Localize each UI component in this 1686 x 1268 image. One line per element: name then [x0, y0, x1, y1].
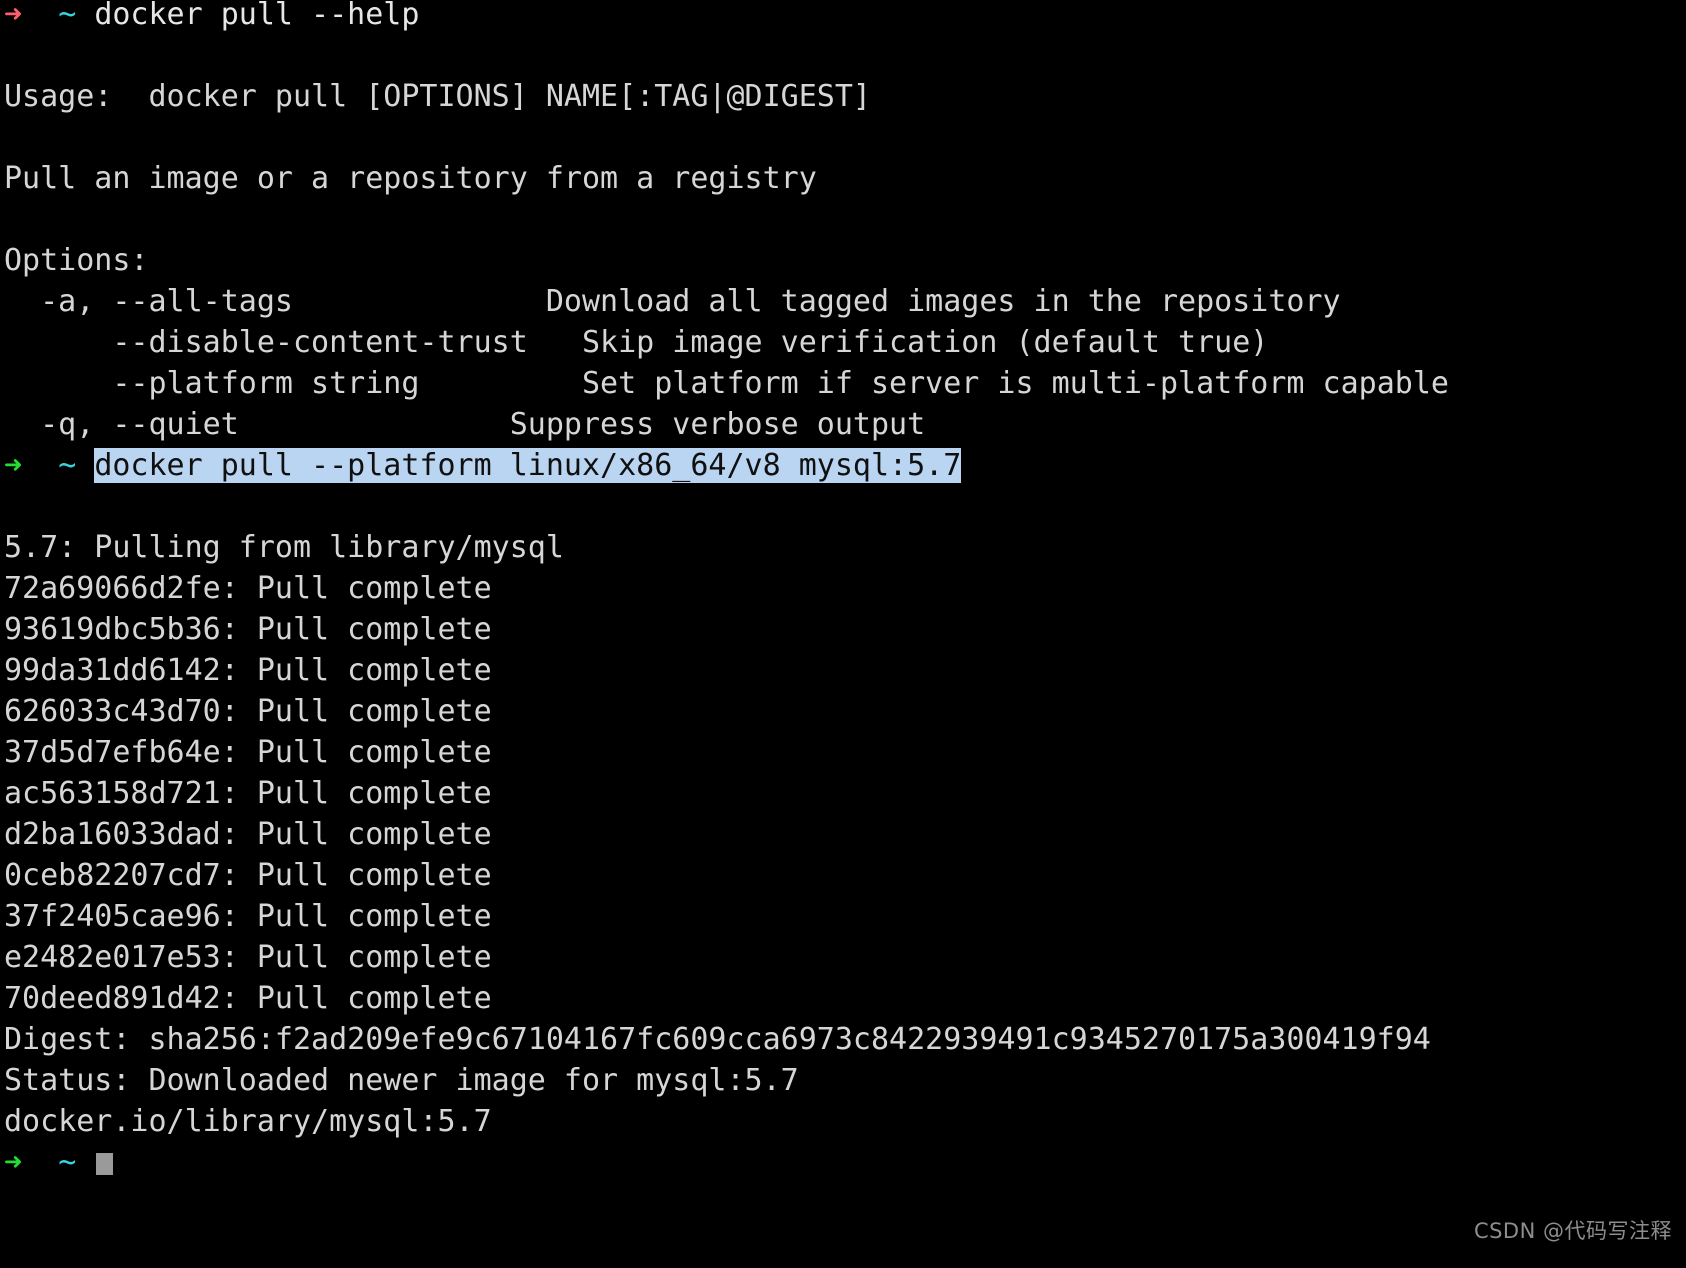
option-pad-1 [528, 325, 582, 360]
layer-row: 37f2405cae96: Pull complete [4, 896, 1686, 937]
layer-row: 72a69066d2fe: Pull complete [4, 568, 1686, 609]
layer-sep: : [220, 653, 257, 688]
prompt-arrow-icon: ➜ [4, 0, 23, 32]
layer-id: 93619dbc5b36 [4, 612, 221, 647]
command-input-help[interactable]: docker pull --help [94, 0, 419, 32]
help-description: Pull an image or a repository from a reg… [4, 161, 817, 196]
option-row-disable-content-trust: --disable-content-trust Skip image verif… [4, 322, 1686, 363]
option-pad-0 [293, 284, 546, 319]
pulling-line: 5.7: Pulling from library/mysql [4, 530, 564, 565]
prompt-gap-2 [76, 0, 94, 32]
option-desc-all-tags: Download all tagged images in the reposi… [545, 284, 1341, 319]
layer-sep: : [220, 981, 257, 1016]
prompt-tilde-2: ~ [58, 448, 77, 483]
prompt-line-help: ➜ ~ docker pull --help [4, 0, 1686, 35]
prompt-arrow-icon-2: ➜ [4, 448, 23, 483]
usage-line: Usage: docker pull [OPTIONS] NAME[:TAG|@… [4, 79, 871, 114]
terminal-screen: ➜ ~ docker pull --help Usage: docker pul… [4, 0, 1686, 1183]
layer-sep: : [220, 735, 257, 770]
layer-status: Pull complete [256, 735, 492, 770]
option-row-all-tags: -a, --all-tags Download all tagged image… [4, 281, 1686, 322]
layer-status: Pull complete [256, 817, 492, 852]
prompt-gap-5 [22, 1145, 58, 1180]
layer-id: 0ceb82207cd7 [4, 858, 221, 893]
prompt-gap-6 [76, 1145, 94, 1180]
layer-id: 70deed891d42 [4, 981, 221, 1016]
prompt-gap [22, 0, 58, 32]
text-cursor[interactable] [96, 1153, 114, 1175]
option-desc-platform: Set platform if server is multi-platform… [581, 366, 1449, 401]
prompt-line-final[interactable]: ➜ ~ [4, 1142, 1686, 1183]
layer-sep: : [220, 776, 257, 811]
option-flag-all-tags: -a, --all-tags [4, 284, 293, 319]
prompt-gap-4 [76, 448, 94, 483]
prompt-tilde: ~ [58, 0, 77, 32]
layer-status: Pull complete [256, 694, 492, 729]
layer-id: 72a69066d2fe [4, 571, 221, 606]
layer-row: 93619dbc5b36: Pull complete [4, 609, 1686, 650]
terminal-window[interactable]: ➜ ~ docker pull --help Usage: docker pul… [0, 0, 1686, 1268]
layer-status: Pull complete [256, 776, 492, 811]
layer-sep: : [220, 940, 257, 975]
layer-row: 626033c43d70: Pull complete [4, 691, 1686, 732]
layer-status: Pull complete [256, 653, 492, 688]
layer-sep: : [220, 694, 257, 729]
option-pad-2 [419, 366, 582, 401]
digest-line: Digest: sha256:f2ad209efe9c67104167fc609… [4, 1022, 1431, 1057]
layer-row: d2ba16033dad: Pull complete [4, 814, 1686, 855]
option-desc-quiet: Suppress verbose output [509, 407, 926, 442]
prompt-gap-3 [22, 448, 58, 483]
option-row-quiet: -q, --quiet Suppress verbose output [4, 404, 1686, 445]
layer-status: Pull complete [256, 858, 492, 893]
layer-id: d2ba16033dad [4, 817, 221, 852]
layer-id: ac563158d721 [4, 776, 221, 811]
csdn-watermark: CSDN @代码写注释 [1473, 1219, 1672, 1243]
layer-row: 70deed891d42: Pull complete [4, 978, 1686, 1019]
layer-id: 37f2405cae96 [4, 899, 221, 934]
option-desc-disable-content-trust: Skip image verification (default true) [581, 325, 1269, 360]
layer-id: 626033c43d70 [4, 694, 221, 729]
prompt-arrow-icon-3: ➜ [4, 1145, 23, 1180]
layer-status: Pull complete [256, 899, 492, 934]
option-row-platform: --platform string Set platform if server… [4, 363, 1686, 404]
layer-sep: : [220, 817, 257, 852]
image-reference-line: docker.io/library/mysql:5.7 [4, 1104, 492, 1139]
layer-sep: : [220, 858, 257, 893]
status-line: Status: Downloaded newer image for mysql… [4, 1063, 799, 1098]
layer-id: e2482e017e53 [4, 940, 221, 975]
layer-status: Pull complete [256, 612, 492, 647]
layer-sep: : [220, 899, 257, 934]
layer-sep: : [220, 612, 257, 647]
layer-row: 0ceb82207cd7: Pull complete [4, 855, 1686, 896]
layer-status: Pull complete [256, 981, 492, 1016]
option-flag-quiet: -q, --quiet [4, 407, 239, 442]
prompt-line-pull: ➜ ~ docker pull --platform linux/x86_64/… [4, 445, 1686, 486]
option-flag-disable-content-trust: --disable-content-trust [4, 325, 528, 360]
layer-row: e2482e017e53: Pull complete [4, 937, 1686, 978]
option-flag-platform: --platform string [4, 366, 420, 401]
prompt-tilde-3: ~ [58, 1145, 77, 1180]
layer-sep: : [220, 571, 257, 606]
options-header: Options: [4, 243, 149, 278]
layer-id: 99da31dd6142 [4, 653, 221, 688]
layer-row: ac563158d721: Pull complete [4, 773, 1686, 814]
layer-id: 37d5d7efb64e [4, 735, 221, 770]
option-pad-3 [239, 407, 510, 442]
layer-row: 99da31dd6142: Pull complete [4, 650, 1686, 691]
layer-status: Pull complete [256, 940, 492, 975]
selected-command-text[interactable]: docker pull --platform linux/x86_64/v8 m… [94, 448, 962, 483]
layer-row: 37d5d7efb64e: Pull complete [4, 732, 1686, 773]
layer-status: Pull complete [256, 571, 492, 606]
